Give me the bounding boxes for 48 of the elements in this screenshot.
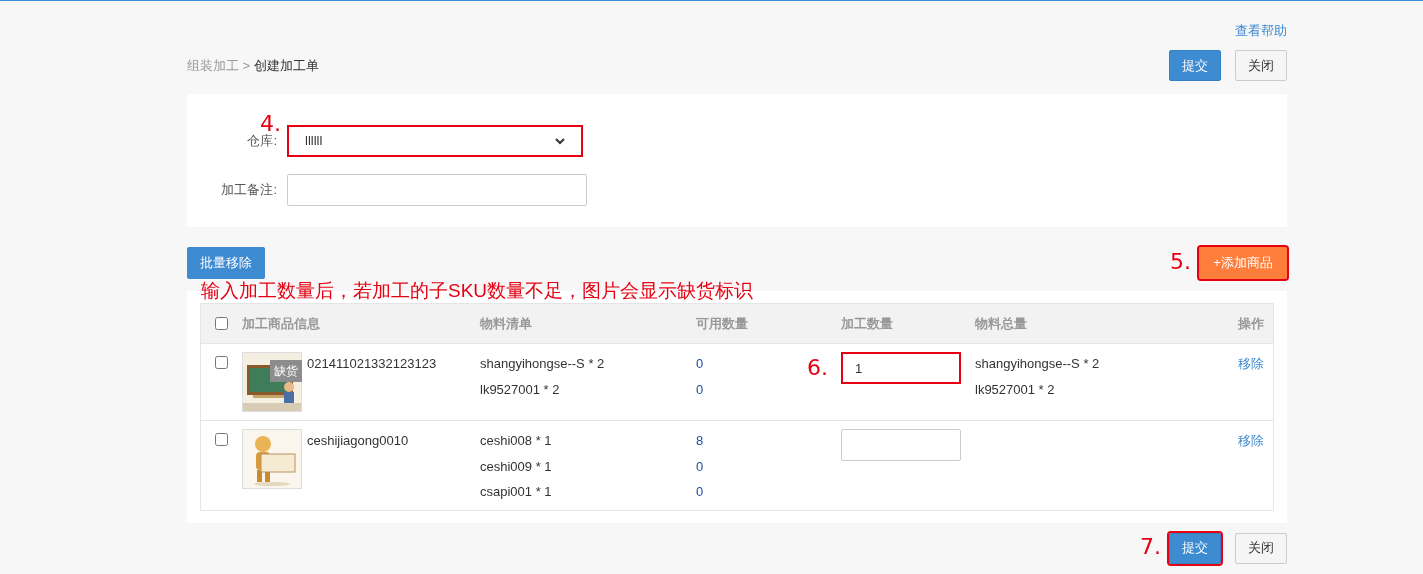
chevron-down-icon xyxy=(555,137,565,145)
product-code: ceshijiagong0010 xyxy=(307,432,409,450)
material-total: shangyihongse--S * 2 xyxy=(975,355,1100,373)
add-product-button[interactable]: +添加商品 xyxy=(1199,247,1287,279)
row-checkbox[interactable] xyxy=(215,433,228,446)
field-label: 仓库: xyxy=(246,132,278,151)
material-item: ceshi008 * 1 xyxy=(480,432,552,450)
column-header: 加工商品信息 xyxy=(242,314,321,333)
submit-button[interactable]: 提交 xyxy=(1169,50,1221,81)
product-code: 021411021332123123 xyxy=(307,355,437,373)
help-link[interactable]: 查看帮助 xyxy=(1235,21,1287,39)
column-header: 可用数量 xyxy=(696,314,749,333)
quantity-input[interactable] xyxy=(841,429,961,461)
out-of-stock-badge: 缺货 xyxy=(270,360,302,382)
submit-button[interactable]: 提交 xyxy=(1169,532,1221,564)
row-checkbox[interactable] xyxy=(215,356,228,369)
remove-link[interactable]: 移除 xyxy=(1238,356,1264,371)
available-quantity: 0 xyxy=(696,355,704,373)
available-quantity: 0 xyxy=(696,483,704,501)
available-quantity: 8 xyxy=(696,432,704,450)
select-all-checkbox[interactable] xyxy=(215,317,228,330)
available-quantity: 0 xyxy=(696,457,704,476)
material-item: csapi001 * 1 xyxy=(480,483,552,501)
material-total: lk9527001 * 2 xyxy=(975,380,1055,399)
breadcrumb-current: 创建加工单 xyxy=(253,56,319,75)
breadcrumb-link[interactable]: 组装加工 > xyxy=(187,55,254,76)
batch-remove-button[interactable]: 批量移除 xyxy=(187,247,265,279)
warehouse-select[interactable]: llllll xyxy=(287,125,583,157)
remove-link[interactable]: 移除 xyxy=(1238,433,1264,448)
annotation-number: 4. xyxy=(260,113,281,135)
column-header: 加工数量 xyxy=(841,314,894,333)
available-quantity: 0 xyxy=(696,380,704,399)
close-button[interactable]: 关闭 xyxy=(1235,50,1287,81)
close-button[interactable]: 关闭 xyxy=(1235,532,1287,564)
annotation-number: 5. xyxy=(1170,251,1191,273)
remark-input[interactable] xyxy=(287,174,587,206)
annotation-note: 输入加工数量后，若加工的子SKU数量不足，图片会显示缺货标识 xyxy=(201,281,754,300)
material-item: ceshi009 * 1 xyxy=(480,457,552,476)
quantity-input[interactable]: 1 xyxy=(841,352,961,384)
select-value: llllll xyxy=(305,132,323,151)
material-item: shangyihongse--S * 2 xyxy=(480,355,605,373)
column-header: 物料清单 xyxy=(480,314,533,333)
annotation-number: 7. xyxy=(1140,535,1161,558)
material-item: lk9527001 * 2 xyxy=(480,380,560,399)
column-header: 操作 xyxy=(1237,314,1265,333)
column-header: 物料总量 xyxy=(975,314,1028,333)
annotation-number: 6. xyxy=(807,357,828,379)
field-label: 加工备注: xyxy=(220,181,278,200)
